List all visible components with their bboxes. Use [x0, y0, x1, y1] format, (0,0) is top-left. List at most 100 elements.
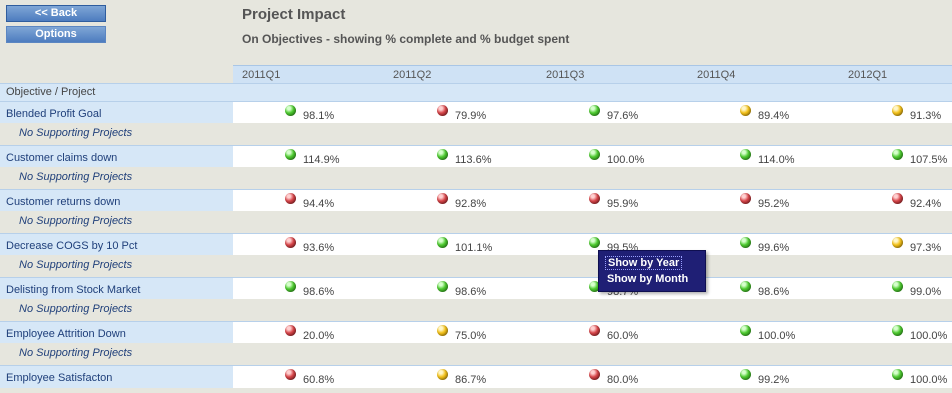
- status-green-icon: [285, 149, 296, 160]
- quarter-label: 2011Q4: [697, 69, 736, 81]
- objective-name[interactable]: Delisting from Stock Market: [0, 278, 233, 300]
- objective-row[interactable]: Customer claims down 114.9% 113.6% 100.0% 11…: [0, 145, 952, 168]
- quarter-value: 100.0%: [758, 330, 796, 342]
- status-yellow-icon: [892, 237, 903, 248]
- status-red-icon: [437, 193, 448, 204]
- objective-name[interactable]: Customer returns down: [0, 190, 233, 212]
- quarter-value: 98.6%: [455, 286, 487, 298]
- objective-row[interactable]: Employee Satisfacton 60.8% 86.7% 80.0% 99.2%…: [0, 365, 952, 388]
- objective-name[interactable]: Blended Profit Goal: [0, 102, 233, 124]
- status-red-icon: [437, 105, 448, 116]
- supporting-projects-label: No Supporting Projects: [19, 171, 133, 183]
- quarter-value: 98.6%: [758, 286, 790, 298]
- page-title: Project Impact: [242, 6, 346, 23]
- back-button[interactable]: << Back: [6, 5, 106, 22]
- quarter-value: 89.4%: [758, 110, 790, 122]
- quarter-value: 60.0%: [607, 330, 639, 342]
- quarter-value: 98.6%: [303, 286, 335, 298]
- objective-name[interactable]: Employee Satisfacton: [0, 366, 233, 388]
- status-yellow-icon: [437, 325, 448, 336]
- status-red-icon: [285, 325, 296, 336]
- status-green-icon: [589, 105, 600, 116]
- quarter-value: 95.2%: [758, 198, 790, 210]
- quarter-value: 94.4%: [303, 198, 335, 210]
- quarter-value: 80.0%: [607, 374, 639, 386]
- column-header: Objective / Project: [0, 83, 952, 103]
- status-red-icon: [892, 193, 903, 204]
- status-green-icon: [437, 237, 448, 248]
- status-green-icon: [437, 149, 448, 160]
- quarter-value: 101.1%: [455, 242, 493, 254]
- quarter-value: 91.3%: [910, 110, 942, 122]
- supporting-projects-row: No Supporting Projects: [0, 299, 952, 321]
- quarter-value: 86.7%: [455, 374, 487, 386]
- page-subtitle: On Objectives - showing % complete and %…: [242, 32, 570, 46]
- supporting-projects-label: No Supporting Projects: [19, 127, 133, 139]
- supporting-projects-label: No Supporting Projects: [19, 215, 133, 227]
- status-yellow-icon: [892, 105, 903, 116]
- status-green-icon: [285, 281, 296, 292]
- quarter-value: 114.9%: [303, 154, 340, 166]
- status-red-icon: [589, 369, 600, 380]
- status-green-icon: [892, 325, 903, 336]
- supporting-projects-row: No Supporting Projects: [0, 123, 952, 145]
- status-red-icon: [285, 369, 296, 380]
- objective-name[interactable]: Customer claims down: [0, 146, 233, 168]
- status-green-icon: [740, 149, 751, 160]
- options-button[interactable]: Options: [6, 26, 106, 43]
- quarter-value: 107.5%: [910, 154, 948, 166]
- quarter-label: 2011Q1: [242, 69, 281, 81]
- menu-item-show-by-month[interactable]: Show by Month: [607, 273, 688, 285]
- status-green-icon: [740, 237, 751, 248]
- column-header-label: Objective / Project: [6, 86, 96, 98]
- status-red-icon: [285, 237, 296, 248]
- status-red-icon: [285, 193, 296, 204]
- status-red-icon: [589, 325, 600, 336]
- quarter-value: 98.1%: [303, 110, 335, 122]
- context-menu: Show by Year Show by Month: [598, 250, 706, 292]
- quarter-header: 2011Q1 2011Q2 2011Q3 2011Q4 2012Q1: [233, 65, 952, 84]
- objective-name[interactable]: Employee Attrition Down: [0, 322, 233, 344]
- quarter-value: 99.2%: [758, 374, 790, 386]
- status-green-icon: [589, 237, 600, 248]
- quarter-value: 99.6%: [758, 242, 790, 254]
- menu-item-show-by-year[interactable]: Show by Year: [605, 256, 683, 270]
- quarter-value: 114.0%: [758, 154, 795, 166]
- supporting-projects-label: No Supporting Projects: [19, 303, 133, 315]
- objective-row[interactable]: Customer returns down 94.4% 92.8% 95.9% 95.2…: [0, 189, 952, 212]
- quarter-value: 92.8%: [455, 198, 487, 210]
- status-yellow-icon: [740, 105, 751, 116]
- objective-row[interactable]: Delisting from Stock Market 98.6% 98.6% 98.…: [0, 277, 952, 300]
- status-yellow-icon: [437, 369, 448, 380]
- status-green-icon: [437, 281, 448, 292]
- supporting-projects-label: No Supporting Projects: [19, 347, 133, 359]
- quarter-value: 93.6%: [303, 242, 335, 254]
- status-green-icon: [589, 149, 600, 160]
- quarter-value: 60.8%: [303, 374, 335, 386]
- quarter-value: 100.0%: [910, 330, 948, 342]
- quarter-value: 100.0%: [910, 374, 948, 386]
- quarter-value: 20.0%: [303, 330, 335, 342]
- status-red-icon: [740, 193, 751, 204]
- supporting-projects-row: No Supporting Projects: [0, 167, 952, 189]
- status-green-icon: [892, 281, 903, 292]
- status-green-icon: [740, 325, 751, 336]
- quarter-value: 97.6%: [607, 110, 639, 122]
- quarter-value: 100.0%: [607, 154, 645, 166]
- supporting-projects-label: No Supporting Projects: [19, 259, 133, 271]
- quarter-value: 75.0%: [455, 330, 487, 342]
- quarter-value: 97.3%: [910, 242, 942, 254]
- objective-row[interactable]: Employee Attrition Down 20.0% 75.0% 60.0% 10…: [0, 321, 952, 344]
- objective-name[interactable]: Decrease COGS by 10 Pct: [0, 234, 233, 256]
- quarter-label: 2012Q1: [848, 69, 888, 81]
- status-green-icon: [892, 149, 903, 160]
- objective-row[interactable]: Decrease COGS by 10 Pct 93.6% 101.1% 99.5% 9…: [0, 233, 952, 256]
- supporting-projects-row: No Supporting Projects: [0, 343, 952, 365]
- quarter-label: 2011Q2: [393, 69, 432, 81]
- quarter-label: 2011Q3: [546, 69, 585, 81]
- quarter-value: 95.9%: [607, 198, 639, 210]
- quarter-value: 79.9%: [455, 110, 487, 122]
- status-green-icon: [740, 281, 751, 292]
- supporting-projects-row: No Supporting Projects: [0, 255, 952, 277]
- objective-row[interactable]: Blended Profit Goal 98.1% 79.9% 97.6% 89.4% 9…: [0, 101, 952, 124]
